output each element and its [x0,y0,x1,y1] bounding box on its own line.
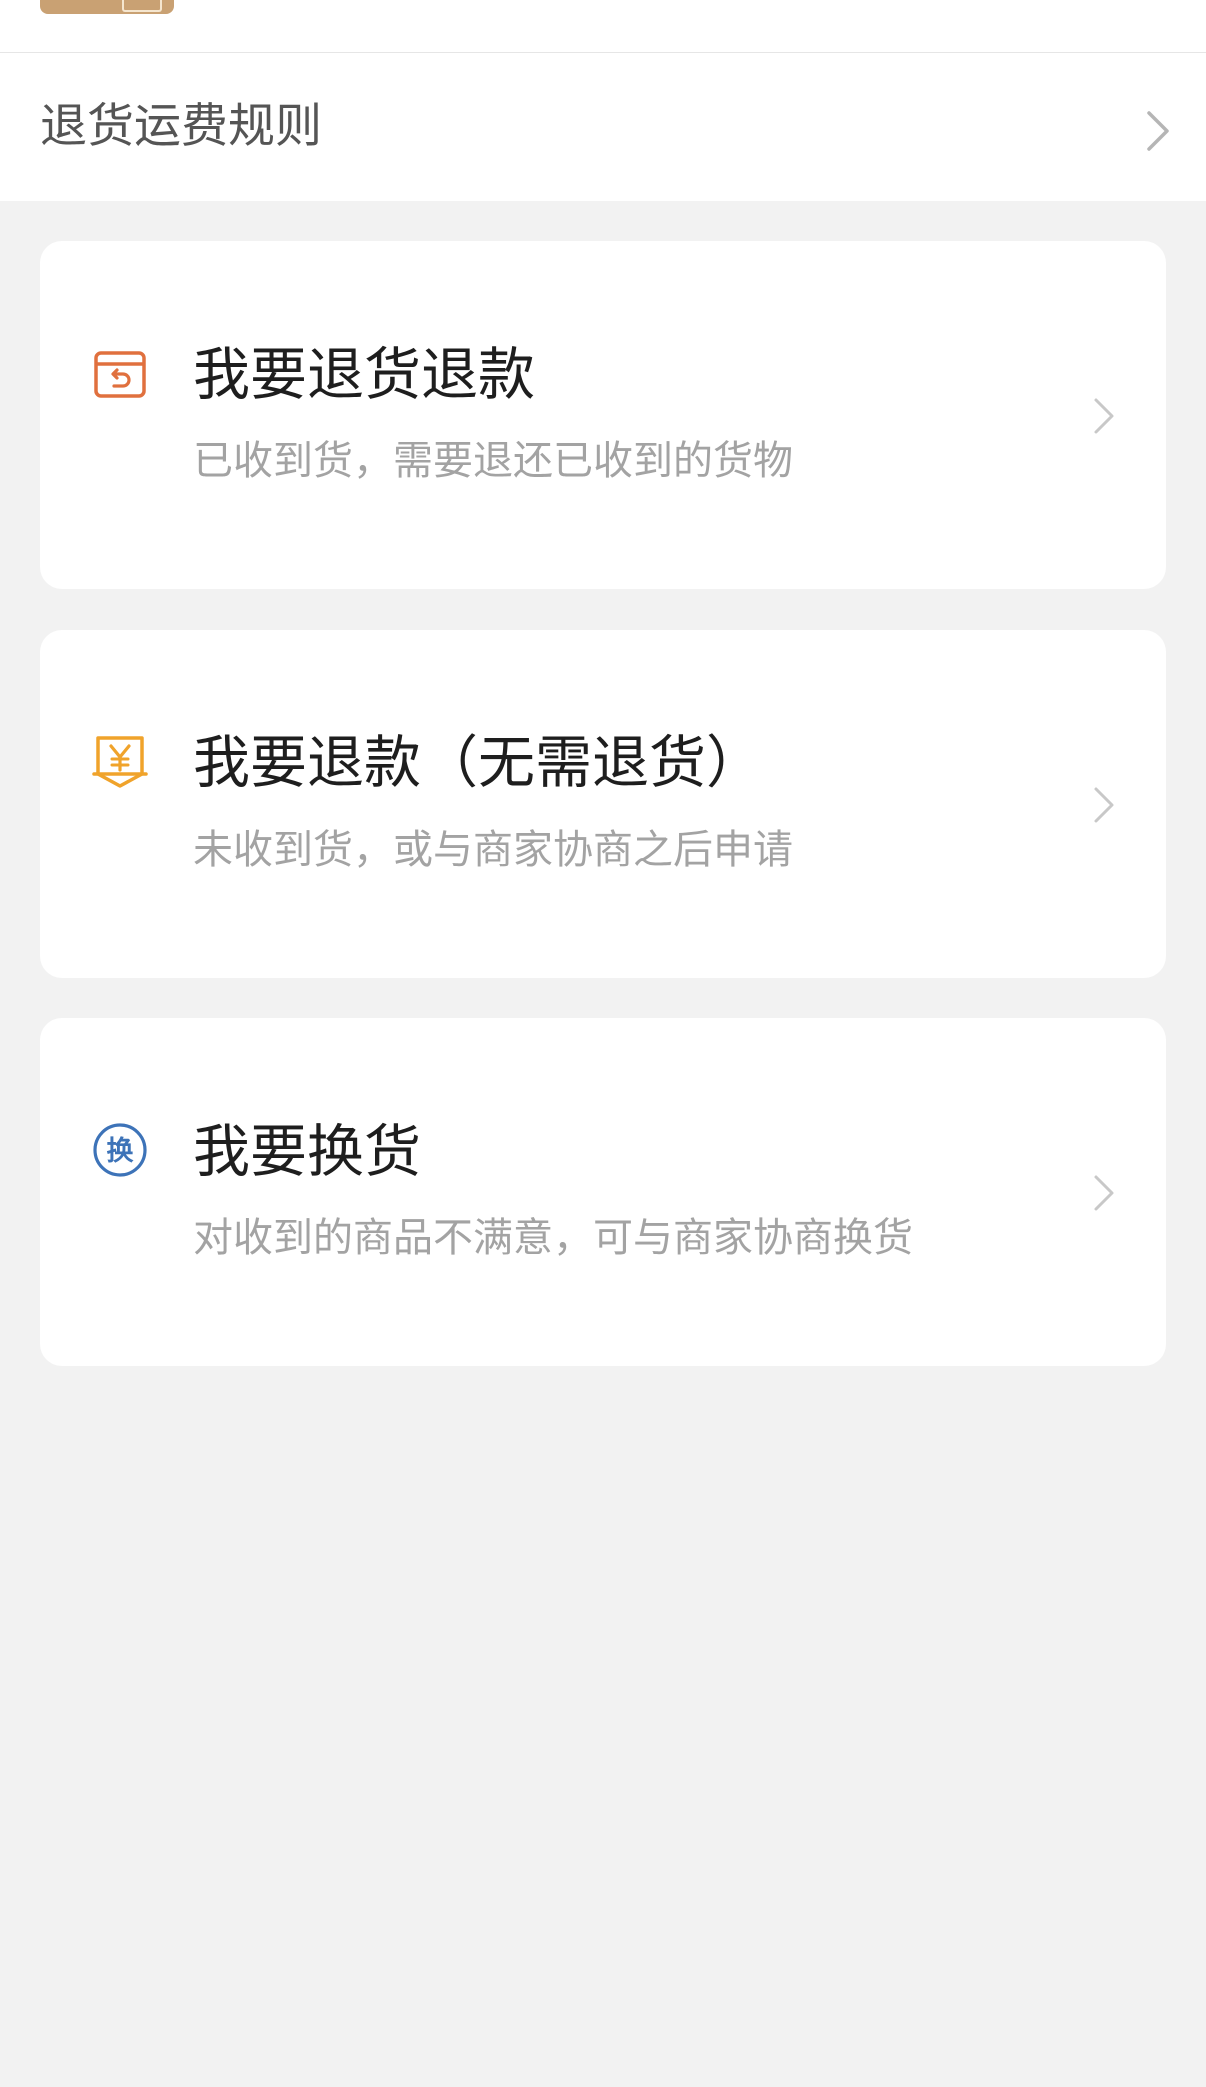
return-shipping-rules-row[interactable]: 退货运费规则 [0,53,1206,201]
return-box-icon [92,346,148,402]
option-title: 我要换货 [193,1119,421,1185]
chevron-right-icon [1088,1173,1118,1211]
option-subtitle: 已收到货，需要退还已收到的货物 [193,438,793,484]
exchange-icon: 换 [92,1122,148,1178]
chevron-right-icon [1143,109,1173,151]
refund-only-option[interactable]: 我要退款（无需退货） 未收到货，或与商家协商之后申请 [40,630,1166,978]
yen-receipt-icon [92,732,148,788]
option-title: 我要退款（无需退货） [193,730,763,796]
option-subtitle: 未收到货，或与商家协商之后申请 [193,827,793,873]
chevron-right-icon [1088,785,1118,823]
return-shipping-rules-label: 退货运费规则 [40,99,322,154]
option-subtitle: 对收到的商品不满意，可与商家协商换货 [193,1215,913,1261]
product-thumbnail-label [122,0,162,12]
exchange-icon-label: 换 [107,1136,135,1167]
return-and-refund-option[interactable]: 我要退货退款 已收到货，需要退还已收到的货物 [40,241,1166,589]
exchange-option[interactable]: 换 我要换货 对收到的商品不满意，可与商家协商换货 [40,1018,1166,1366]
chevron-right-icon [1088,396,1118,434]
product-thumbnail[interactable] [40,0,174,14]
order-product-header [0,0,1206,53]
option-title: 我要退货退款 [193,342,535,408]
